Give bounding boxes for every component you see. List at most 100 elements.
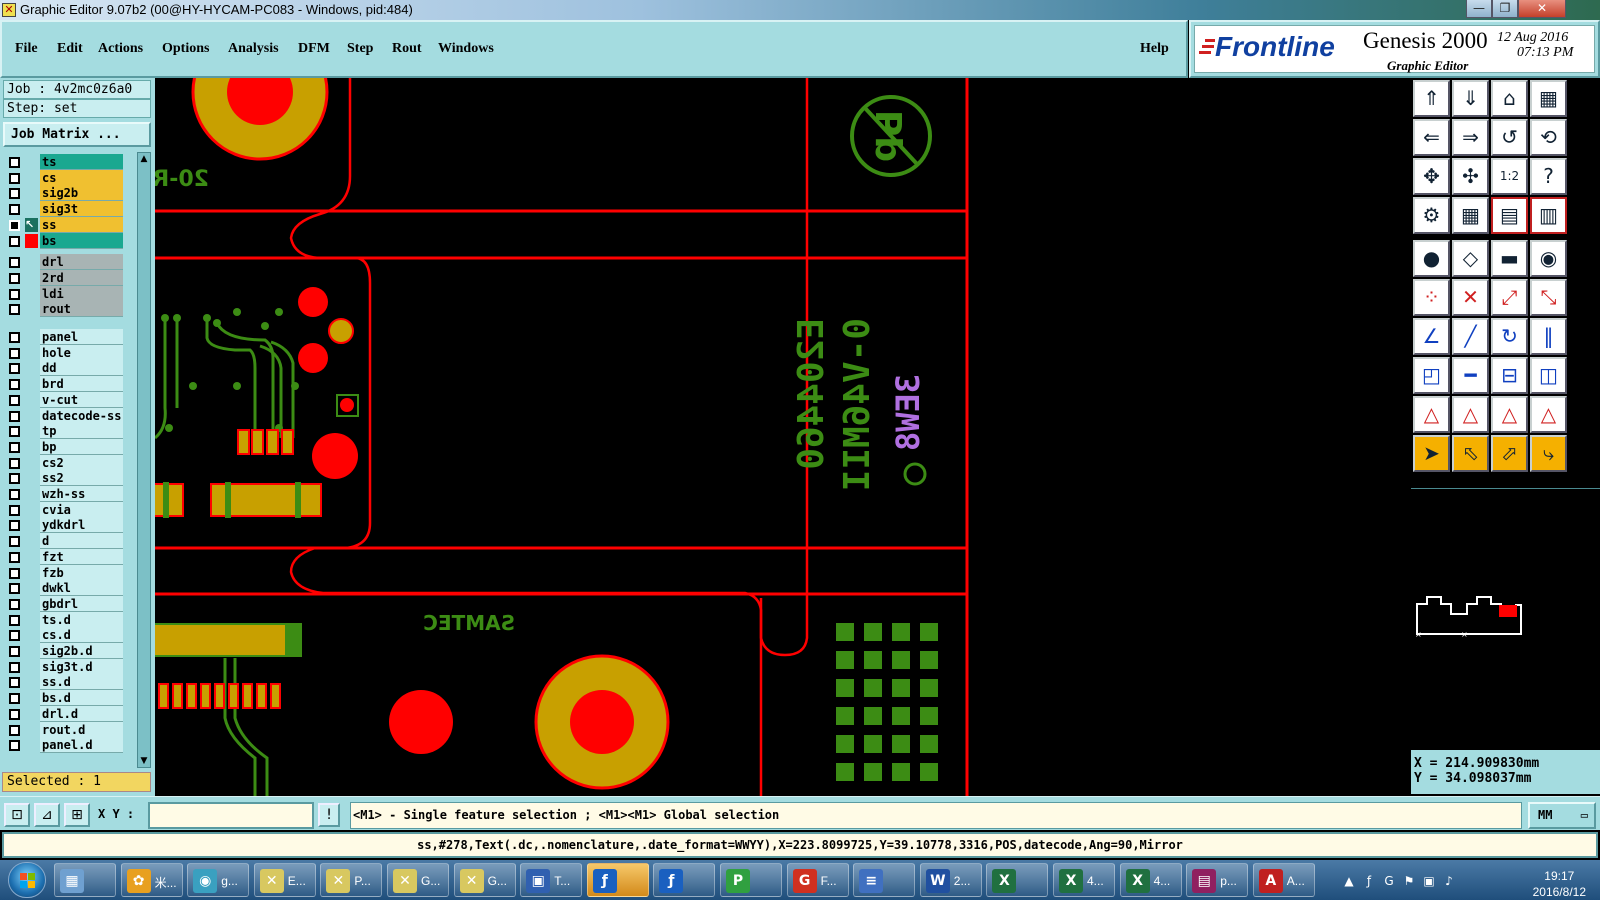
layer-checkbox[interactable] [9, 157, 20, 168]
taskbar-button[interactable]: X 4... [1119, 863, 1182, 897]
layer-name[interactable]: tp [40, 423, 123, 440]
layer-checkbox[interactable] [9, 473, 20, 485]
layer-name[interactable]: panel [40, 329, 123, 345]
layer-row[interactable]: bs.d [5, 690, 123, 707]
layer-checkbox[interactable] [9, 172, 20, 184]
layer-name[interactable]: wzh-ss [40, 486, 123, 502]
snap-grid-icon[interactable]: ⊞ [64, 803, 90, 827]
layer-checkbox[interactable] [9, 272, 20, 284]
layer-scrollbar[interactable]: ▲ ▼ [137, 152, 151, 768]
layer-checkbox[interactable] [9, 332, 20, 343]
taskbar-button[interactable]: ✕ G... [453, 863, 516, 897]
menu-windows[interactable]: Windows [438, 41, 494, 57]
layer-name[interactable]: datecode-ss [40, 407, 123, 424]
slash-icon[interactable]: ╱ [1452, 318, 1489, 355]
zoom-down-icon[interactable]: ⇓ [1452, 80, 1489, 117]
taskbar-button[interactable]: P [720, 863, 782, 897]
taskbar-button[interactable]: ƒ [586, 863, 649, 897]
layer-checkbox[interactable] [9, 441, 20, 453]
graphic-canvas[interactable]: Pb 20-R SAMTEC E204460 0-V46MII 3EW8 [155, 78, 1411, 796]
taskbar-button[interactable]: ◉ g... [187, 863, 250, 897]
layer-row[interactable]: ↖ ss [5, 216, 123, 233]
layer-name[interactable]: ss.d [40, 674, 123, 691]
xy-input[interactable] [148, 802, 314, 829]
measure-mode-icon[interactable]: ⊿ [34, 803, 60, 827]
add-pad-icon[interactable]: ● [1413, 240, 1450, 277]
scroll-down-icon[interactable]: ▼ [139, 756, 149, 766]
tools-icon[interactable]: ⚙ [1413, 197, 1450, 234]
zoom-home-icon[interactable]: ⇑ [1413, 80, 1450, 117]
layer-checkbox[interactable] [9, 410, 20, 422]
layer-row[interactable]: drl [5, 254, 123, 271]
menu-rout[interactable]: Rout [392, 41, 422, 57]
taskbar-button[interactable]: ✕ P... [320, 863, 383, 897]
layer-checkbox[interactable] [9, 235, 20, 247]
layer-checkbox[interactable] [9, 646, 20, 657]
layer-checkbox[interactable] [9, 394, 20, 406]
help-icon[interactable]: ? [1530, 158, 1567, 195]
select-pad-icon[interactable]: ◉ [1530, 240, 1567, 277]
layer-row[interactable]: sig2b.d [5, 643, 123, 659]
layer-checkbox[interactable] [9, 708, 20, 720]
layer-row[interactable]: ydkdrl [5, 517, 123, 534]
layer-name[interactable]: cs [40, 169, 123, 186]
fit-icon[interactable]: ✥ [1413, 158, 1450, 195]
layer-checkbox[interactable] [9, 426, 20, 438]
menu-file[interactable]: File [15, 41, 38, 57]
layer-name[interactable]: bp [40, 438, 123, 455]
layer-name[interactable]: dwkl [40, 580, 123, 597]
layer-row[interactable]: ts [5, 154, 123, 170]
window-icon[interactable]: ▦ [1530, 80, 1567, 117]
layer-checkbox[interactable] [9, 188, 20, 200]
layer-row[interactable]: brd [5, 376, 123, 393]
layer-name[interactable]: ldi [40, 285, 123, 302]
taskbar-button[interactable]: ▦ [54, 863, 116, 897]
zoom-fit-icon[interactable]: ✣ [1452, 158, 1489, 195]
layer-row[interactable]: rout [5, 301, 123, 318]
menu-dfm[interactable]: DFM [298, 41, 330, 57]
taskbar-button[interactable]: ▤ p... [1186, 863, 1249, 897]
menu-step[interactable]: Step [347, 41, 373, 57]
layer-row[interactable]: ss.d [5, 674, 123, 691]
warning-a-icon[interactable]: △ [1413, 396, 1450, 433]
pan-left-icon[interactable]: ⇐ [1413, 119, 1450, 156]
menu-actions[interactable]: Actions [98, 41, 143, 57]
taskbar-button[interactable]: ✕ G... [387, 863, 449, 897]
layer-name[interactable]: sig2b [40, 185, 123, 202]
layer-checkbox[interactable] [9, 457, 20, 469]
layer-name[interactable]: bs.d [40, 690, 123, 707]
layer-name[interactable]: cs2 [40, 454, 123, 471]
redraw-icon[interactable]: ⟲ [1530, 119, 1567, 156]
layer-name[interactable]: dd [40, 360, 123, 377]
copy-icon[interactable]: ⤡ [1530, 279, 1567, 316]
layer-name[interactable]: gbdrl [40, 595, 123, 612]
layer-name[interactable]: d [40, 533, 123, 550]
layer-row[interactable]: v-cut [5, 391, 123, 408]
layer-checkbox[interactable] [9, 740, 20, 752]
layer-name[interactable]: drl [40, 254, 123, 271]
layer-name[interactable]: v-cut [40, 391, 123, 408]
layer-row[interactable]: bs [5, 232, 123, 249]
layer-name[interactable]: bs [40, 232, 123, 249]
layer-row[interactable]: sig3t [5, 201, 123, 218]
line-icon[interactable]: ∠ [1413, 318, 1450, 355]
layer-row[interactable]: cs2 [5, 454, 123, 471]
tray-flag-icon[interactable]: ⚑ [1402, 874, 1416, 888]
taskbar-button[interactable]: W 2... [919, 863, 982, 897]
pan-right-icon[interactable]: ⇒ [1452, 119, 1489, 156]
layer-checkbox[interactable] [9, 288, 20, 300]
layer-row[interactable]: wzh-ss [5, 486, 123, 502]
start-button[interactable] [8, 862, 46, 898]
add-line-icon[interactable]: ◇ [1452, 240, 1489, 277]
taskbar-button[interactable]: A A... [1252, 863, 1315, 897]
layer-name[interactable]: hole [40, 344, 123, 361]
app-icon[interactable]: ✕ [2, 3, 16, 17]
connect-icon[interactable]: ⁘ [1413, 279, 1450, 316]
layer-name[interactable]: 2rd [40, 269, 123, 286]
layer-row[interactable]: ldi [5, 285, 123, 302]
job-matrix-button[interactable]: Job Matrix ... [3, 122, 151, 147]
layer-row[interactable]: tp [5, 423, 123, 440]
layer-row[interactable]: cs.d [5, 627, 123, 644]
home-icon[interactable]: ⌂ [1491, 80, 1528, 117]
layer-checkbox[interactable] [9, 219, 20, 231]
